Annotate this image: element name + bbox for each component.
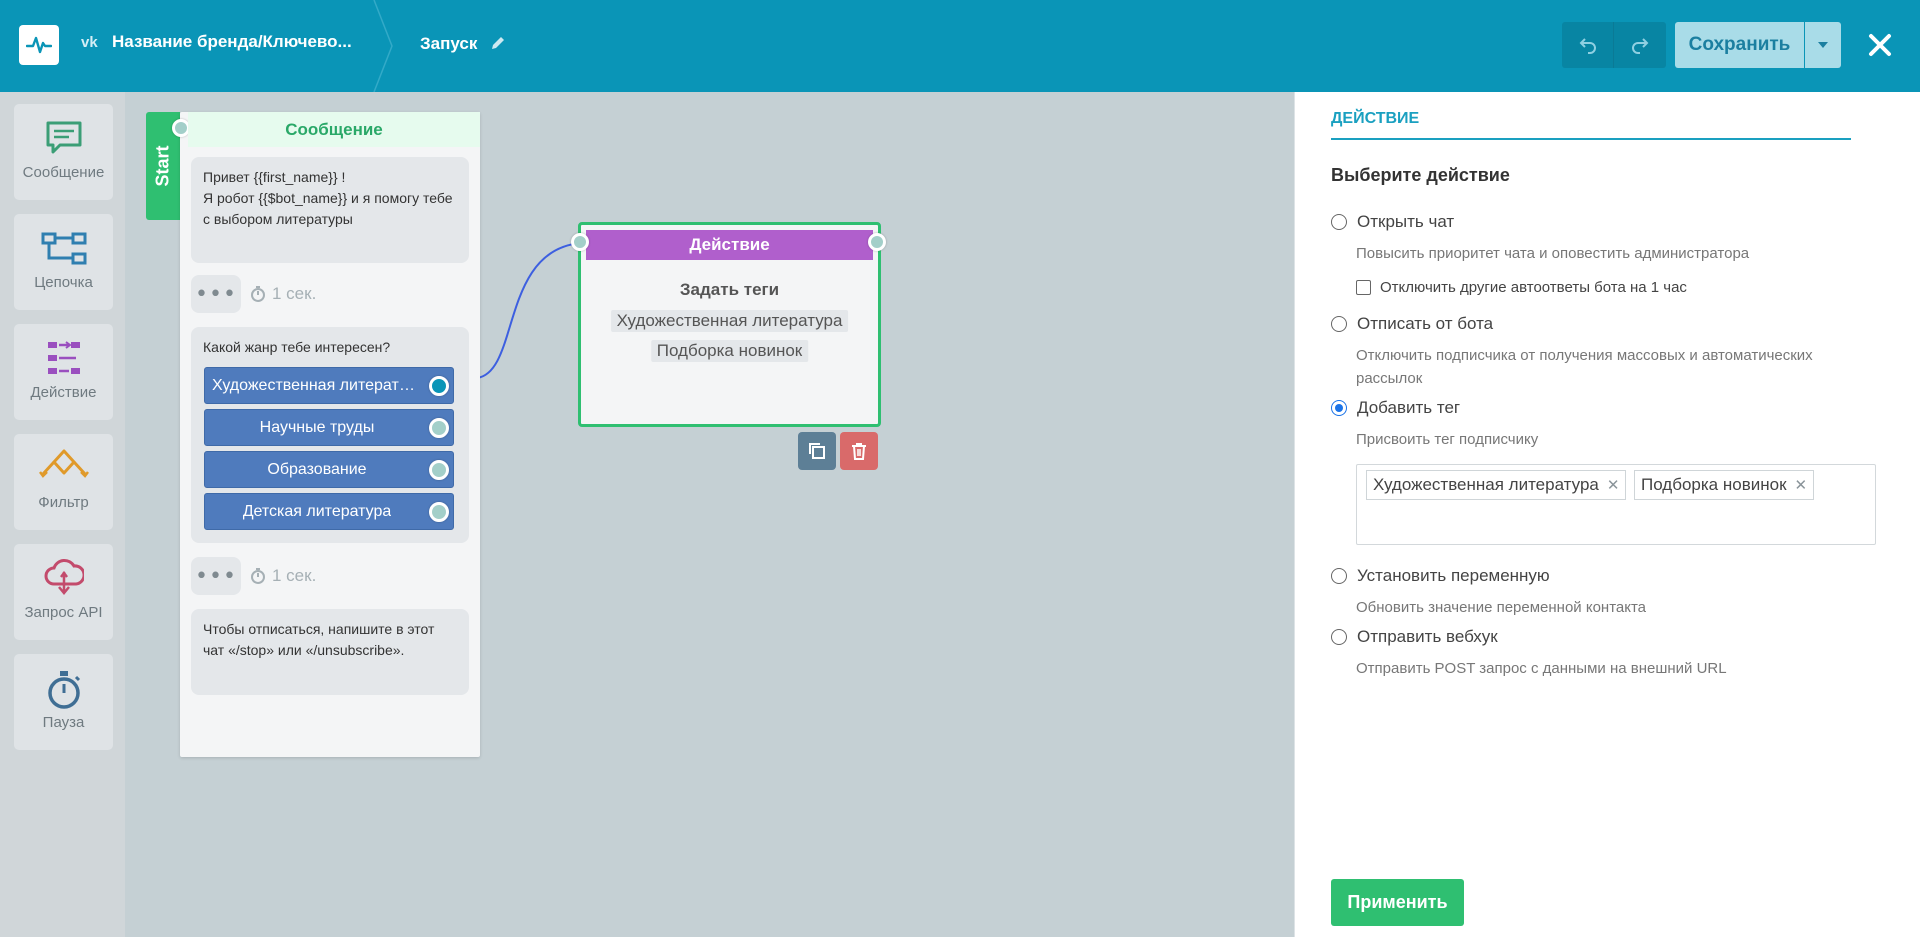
option-set-variable[interactable]: Установить переменную bbox=[1331, 566, 1550, 586]
undo-button[interactable] bbox=[1562, 22, 1614, 68]
radio-set-variable[interactable] bbox=[1331, 568, 1347, 584]
option-description: Отключить подписчика от получения массов… bbox=[1356, 347, 1813, 387]
disable-autoreplies-checkbox[interactable]: Отключить другие автоответы бота на 1 ча… bbox=[1356, 279, 1687, 296]
output-port[interactable] bbox=[868, 233, 886, 251]
tool-chain[interactable]: Цепочка bbox=[14, 214, 113, 310]
typing-indicator: ••• bbox=[191, 275, 241, 313]
flow-name: Запуск bbox=[420, 34, 478, 53]
blocks-toolbar: Сообщение Цепочка Действие Фильтр Запрос… bbox=[0, 92, 125, 937]
option-add-tag[interactable]: Добавить тег bbox=[1331, 398, 1460, 418]
output-port[interactable] bbox=[429, 418, 449, 438]
breadcrumb-separator bbox=[373, 0, 393, 92]
radio-add-tag[interactable] bbox=[1331, 400, 1347, 416]
text-bubble: Чтобы отписаться, напишите в этот чат «/… bbox=[191, 609, 469, 695]
undo-icon bbox=[1579, 38, 1596, 54]
tool-action[interactable]: Действие bbox=[14, 324, 113, 420]
text-bubble: Привет {{first_name}} ! Я робот {{$bot_n… bbox=[191, 157, 469, 263]
quick-reply-button[interactable]: Образование bbox=[204, 451, 454, 488]
close-icon bbox=[1869, 34, 1891, 56]
app-logo-icon[interactable] bbox=[19, 25, 59, 65]
save-dropdown-button[interactable] bbox=[1805, 22, 1841, 68]
top-bar: vk Название бренда/Ключево... Запуск Сох… bbox=[0, 0, 1920, 92]
action-tag: Подборка новинок bbox=[650, 340, 809, 362]
action-settings-panel: ДЕЙСТВИЕ Выберите действие Открыть чат П… bbox=[1294, 92, 1920, 937]
quick-reply-button[interactable]: Детская литература bbox=[204, 493, 454, 530]
output-port[interactable] bbox=[429, 502, 449, 522]
api-icon bbox=[14, 558, 113, 598]
tool-pause[interactable]: Пауза bbox=[14, 654, 113, 750]
panel-heading: Выберите действие bbox=[1331, 165, 1510, 185]
stopwatch-icon bbox=[251, 568, 265, 584]
tab-action[interactable]: ДЕЙСТВИЕ bbox=[1331, 110, 1419, 128]
message-node-title: Сообщение bbox=[188, 112, 480, 147]
chain-icon bbox=[14, 228, 113, 268]
output-port[interactable] bbox=[429, 460, 449, 480]
stopwatch-icon bbox=[251, 286, 265, 302]
option-open-chat[interactable]: Открыть чат bbox=[1331, 212, 1454, 232]
save-button[interactable]: Сохранить bbox=[1675, 22, 1804, 68]
output-port[interactable] bbox=[429, 376, 449, 396]
tool-filter[interactable]: Фильтр bbox=[14, 434, 113, 530]
tab-underline bbox=[1331, 138, 1851, 140]
filter-icon bbox=[14, 448, 113, 488]
quick-reply-button[interactable]: Художественная литература bbox=[204, 367, 454, 404]
action-node-title: Действие bbox=[586, 230, 873, 260]
message-icon bbox=[14, 118, 113, 158]
tool-api-request[interactable]: Запрос API bbox=[14, 544, 113, 640]
option-description: Отправить POST запрос с данными на внешн… bbox=[1356, 660, 1727, 677]
close-button[interactable] bbox=[1862, 27, 1898, 63]
apply-button[interactable]: Применить bbox=[1331, 879, 1464, 926]
redo-button[interactable] bbox=[1614, 22, 1666, 68]
action-tag: Художественная литература bbox=[610, 310, 849, 332]
delay-label: 1 сек. bbox=[250, 566, 316, 586]
edit-name-icon[interactable] bbox=[490, 35, 506, 55]
tag-chip: Подборка новинок ✕ bbox=[1634, 470, 1815, 500]
option-description: Обновить значение переменной контакта bbox=[1356, 599, 1647, 616]
vk-icon: vk bbox=[81, 34, 98, 51]
tag-chip: Художественная литература ✕ bbox=[1366, 470, 1627, 500]
option-description: Повысить приоритет чата и оповестить адм… bbox=[1356, 245, 1750, 262]
tool-message[interactable]: Сообщение bbox=[14, 104, 113, 200]
duplicate-node-button[interactable] bbox=[798, 432, 836, 470]
option-description: Присвоить тег подписчику bbox=[1356, 431, 1539, 448]
chevron-down-icon bbox=[1818, 42, 1828, 48]
checkbox[interactable] bbox=[1356, 280, 1371, 295]
action-icon bbox=[14, 338, 113, 378]
radio-open-chat[interactable] bbox=[1331, 214, 1347, 230]
message-node[interactable]: Сообщение Привет {{first_name}} ! Я робо… bbox=[172, 112, 480, 757]
action-subtitle: Задать теги bbox=[679, 280, 780, 299]
question-text: Какой жанр тебе интересен? bbox=[203, 339, 391, 355]
option-send-webhook[interactable]: Отправить вебхук bbox=[1331, 627, 1498, 647]
radio-unsubscribe[interactable] bbox=[1331, 316, 1347, 332]
trash-icon bbox=[852, 443, 866, 460]
remove-tag-icon[interactable]: ✕ bbox=[1607, 476, 1620, 494]
remove-tag-icon[interactable]: ✕ bbox=[1795, 476, 1808, 494]
action-node[interactable]: Действие Задать теги Художественная лите… bbox=[571, 222, 886, 427]
typing-indicator: ••• bbox=[191, 557, 241, 595]
brand-name[interactable]: Название бренда/Ключево... bbox=[112, 32, 352, 52]
tags-input[interactable]: Художественная литература ✕ Подборка нови… bbox=[1356, 464, 1876, 545]
history-controls bbox=[1562, 22, 1666, 68]
radio-send-webhook[interactable] bbox=[1331, 629, 1347, 645]
input-port[interactable] bbox=[571, 233, 589, 251]
option-unsubscribe[interactable]: Отписать от бота bbox=[1331, 314, 1493, 334]
quick-reply-button[interactable]: Научные труды bbox=[204, 409, 454, 446]
delay-label: 1 сек. bbox=[250, 284, 316, 304]
copy-icon bbox=[809, 443, 825, 459]
pause-icon bbox=[14, 668, 113, 709]
delete-node-button[interactable] bbox=[840, 432, 878, 470]
redo-icon bbox=[1632, 38, 1649, 54]
